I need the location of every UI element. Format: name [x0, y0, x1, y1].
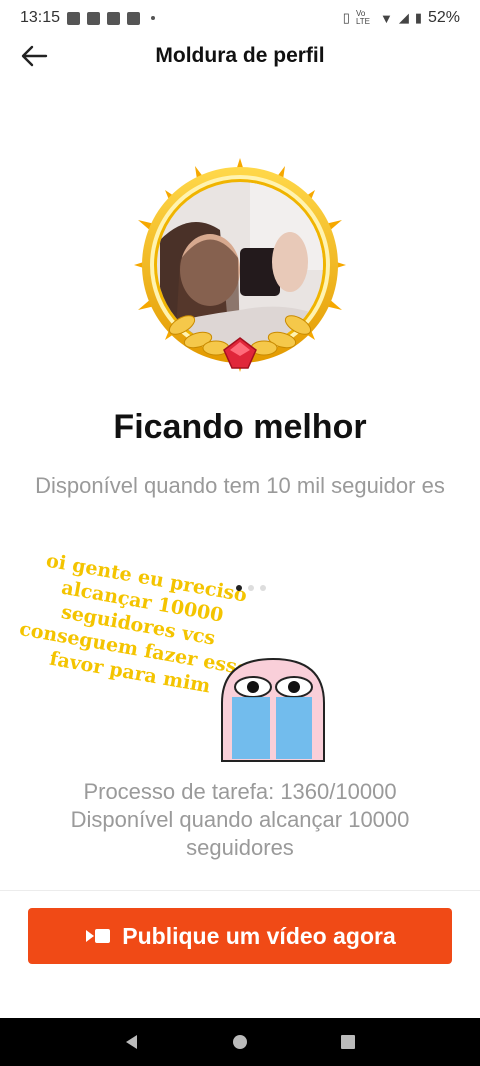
- page-title: Moldura de perfil: [155, 44, 325, 67]
- battery-icon: ▮: [414, 10, 422, 25]
- notification-icon: [67, 11, 81, 25]
- back-button[interactable]: [16, 40, 52, 72]
- frame-name: Ficando melhor: [113, 408, 367, 446]
- loading-dot: [248, 585, 254, 591]
- loading-dot: [260, 585, 266, 591]
- system-nav-bar: [0, 1018, 480, 1066]
- profile-frame-graphic: [134, 158, 346, 372]
- video-camera-icon: [86, 929, 111, 943]
- status-right: ▯ Vo LTE ▼ ◢ ▮ 52%: [343, 9, 460, 27]
- task-progress: Processo de tarefa: 1360/10000 Disponíve…: [30, 778, 450, 862]
- status-bar: 13:15 ▯ Vo LTE ▼ ◢ ▮ 52%: [0, 0, 480, 36]
- profile-frame: [120, 150, 360, 390]
- sticker[interactable]: oi gente eu preciso alcançar 10000 segui…: [18, 545, 338, 765]
- task-condition-text: Disponível quando alcançar 10000 seguido…: [70, 807, 410, 860]
- notification-icon: [127, 11, 141, 25]
- divider: [0, 890, 480, 891]
- crying-ghost-icon: [221, 657, 325, 762]
- notification-icon: [107, 11, 121, 25]
- nav-recents-icon[interactable]: [339, 1033, 357, 1051]
- status-left: 13:15: [20, 9, 156, 27]
- status-time: 13:15: [20, 9, 61, 26]
- nav-back-icon[interactable]: [123, 1033, 141, 1051]
- loading-dot: [236, 585, 242, 591]
- volte-icon: Vo LTE: [355, 9, 371, 26]
- more-notifications-icon: [151, 16, 156, 20]
- wifi-icon: ▼: [379, 10, 393, 26]
- notification-icon: [87, 11, 101, 25]
- frame-availability: Disponível quando tem 10 mil seguidor es: [35, 473, 445, 498]
- back-arrow-icon: [21, 45, 48, 67]
- publish-video-button[interactable]: Publique um vídeo agora: [28, 908, 452, 964]
- signal-icon: ◢: [398, 10, 409, 25]
- battery-level: 52%: [427, 9, 460, 26]
- nav-home-icon[interactable]: [231, 1033, 249, 1051]
- task-progress-text: Processo de tarefa: 1360/10000: [83, 779, 397, 804]
- app-bar: Moldura de perfil: [0, 36, 480, 76]
- loading-indicator: [236, 585, 266, 591]
- publish-video-label: Publique um vídeo agora: [122, 922, 396, 949]
- vibrate-icon: ▯: [342, 10, 350, 25]
